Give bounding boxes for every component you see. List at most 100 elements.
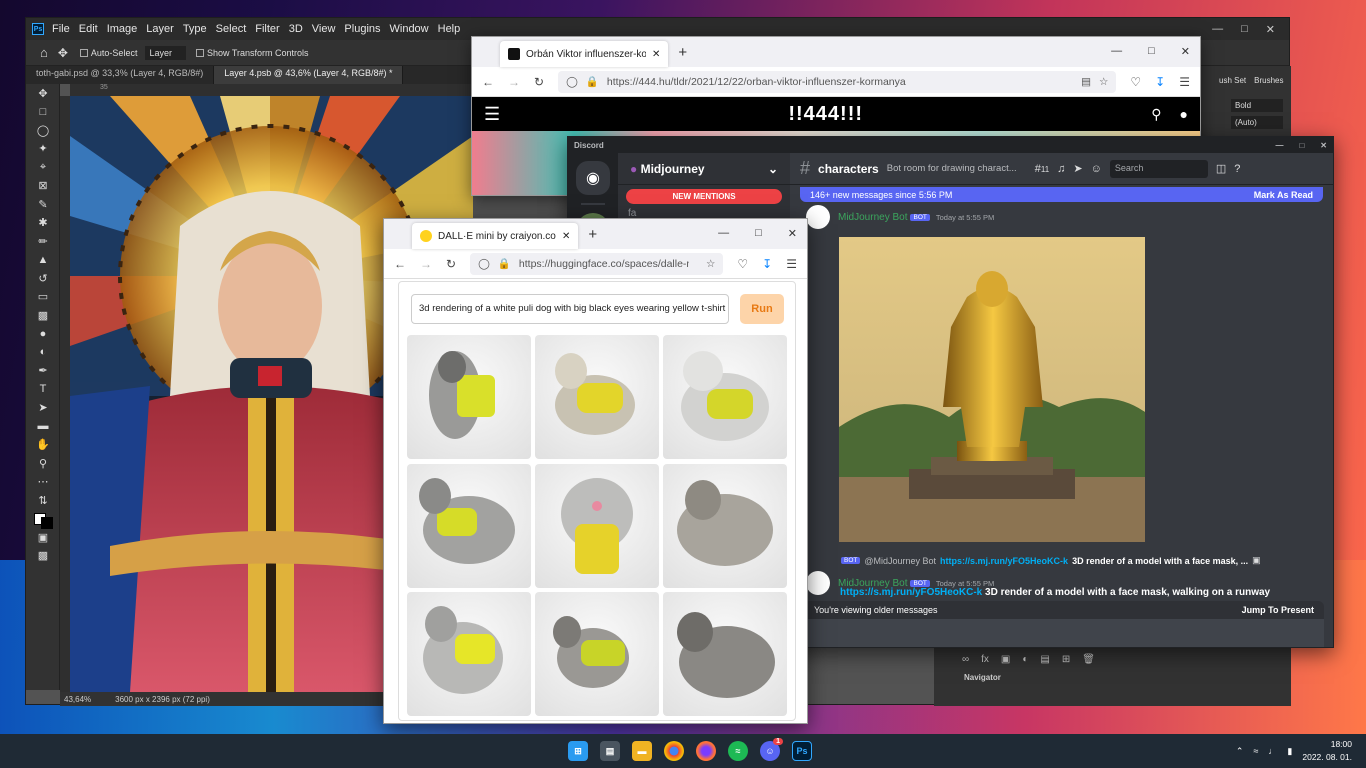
history-brush-icon[interactable]: ↺ xyxy=(26,269,60,288)
download-icon[interactable]: ↧ xyxy=(762,257,772,271)
bookmark-star-icon[interactable]: ☆ xyxy=(706,258,715,270)
stamp-icon[interactable]: ▲ xyxy=(26,251,60,270)
ffc-tab[interactable]: DALL·E mini by craiyon.com on ✕ xyxy=(412,223,579,249)
message-composer[interactable] xyxy=(804,619,1324,647)
minimize-icon[interactable]: — xyxy=(1275,141,1283,150)
forward-icon[interactable]: → xyxy=(508,75,520,89)
search-icon[interactable]: ⚲ xyxy=(1151,106,1161,123)
menu-filter[interactable]: Filter xyxy=(255,23,279,35)
firefox-icon[interactable] xyxy=(696,741,716,761)
jump-to-present-button[interactable]: Jump To Present xyxy=(1242,605,1314,615)
auto-select-checkbox[interactable] xyxy=(79,48,88,57)
discord-home-icon[interactable]: ◉ xyxy=(576,161,610,195)
menu-help[interactable]: Help xyxy=(438,23,461,35)
menu-type[interactable]: Type xyxy=(183,23,207,35)
type-icon[interactable]: T xyxy=(26,380,60,399)
reload-icon[interactable]: ↻ xyxy=(446,257,456,271)
menu-image[interactable]: Image xyxy=(107,23,138,35)
dodge-icon[interactable]: ◐ xyxy=(26,343,60,362)
new-layer-icon[interactable]: ⊞ xyxy=(1062,654,1070,665)
move-icon[interactable]: ✥ xyxy=(26,84,60,103)
forward-icon[interactable]: → xyxy=(420,257,432,271)
doc-tab-2[interactable]: Layer 4.psb @ 43,6% (Layer 4, RGB/8#) * xyxy=(214,66,404,84)
result-image[interactable] xyxy=(535,592,659,717)
brush-icon[interactable]: ✏ xyxy=(26,232,60,251)
transform-checkbox[interactable] xyxy=(195,48,204,57)
wifi-icon[interactable]: ≈ xyxy=(1253,746,1258,756)
maximize-icon[interactable]: □ xyxy=(1241,23,1248,36)
color-swatch[interactable] xyxy=(26,510,60,529)
tab-close-icon[interactable]: ✕ xyxy=(652,49,660,60)
chevron-up-icon[interactable]: ⌃ xyxy=(1236,746,1244,757)
menu-layer[interactable]: Layer xyxy=(146,23,174,35)
maximize-icon[interactable]: □ xyxy=(755,227,762,240)
reader-icon[interactable]: ▤ xyxy=(1081,76,1091,88)
download-icon[interactable]: ↧ xyxy=(1155,75,1165,89)
new-mentions-pill[interactable]: NEW MENTIONS xyxy=(626,189,782,204)
maximize-icon[interactable]: □ xyxy=(1299,141,1304,150)
avatar[interactable] xyxy=(806,205,830,229)
back-icon[interactable]: ← xyxy=(394,257,406,271)
bookmark-star-icon[interactable]: ☆ xyxy=(1099,76,1108,88)
hand-icon[interactable]: ✋ xyxy=(26,436,60,455)
navigator-tab[interactable]: Navigator xyxy=(964,673,1291,682)
shield-icon[interactable]: ◯ xyxy=(566,76,578,88)
screen-mode-icon[interactable]: ▩ xyxy=(26,547,60,566)
eraser-icon[interactable]: ▭ xyxy=(26,288,60,307)
doc-tab-1[interactable]: toth-gabi.psd @ 33,3% (Layer 4, RGB/8#) xyxy=(26,66,215,84)
swap-colors-icon[interactable]: ⇅ xyxy=(26,491,60,510)
battery-icon[interactable]: ▮ xyxy=(1287,746,1292,757)
result-image[interactable] xyxy=(663,335,787,459)
menu-plugins[interactable]: Plugins xyxy=(344,23,380,35)
result-image[interactable] xyxy=(535,335,659,459)
menu-icon[interactable]: ☰ xyxy=(1179,75,1190,89)
frame-icon[interactable]: ⊠ xyxy=(26,177,60,196)
back-icon[interactable]: ← xyxy=(482,75,494,89)
chrome-icon[interactable] xyxy=(664,741,684,761)
reply-preview[interactable]: BOT @MidJourney Bot https://s.mj.run/yFO… xyxy=(838,555,1261,566)
mute-bell-icon[interactable]: ♫ xyxy=(1057,163,1065,175)
site-logo[interactable]: !!444!!! xyxy=(788,103,863,126)
account-icon[interactable]: ● xyxy=(1180,106,1188,123)
pen-icon[interactable]: ✒ xyxy=(26,362,60,381)
result-image[interactable] xyxy=(407,335,531,459)
close-icon[interactable]: ✕ xyxy=(1181,45,1190,58)
url-bar[interactable]: ◯ 🔒 https://huggingface.co/spaces/dalle-… xyxy=(470,252,724,275)
new-tab-icon[interactable]: + xyxy=(588,226,597,243)
menu-file[interactable]: File xyxy=(52,23,70,35)
shield-icon[interactable]: ◯ xyxy=(478,258,490,270)
zoom-icon[interactable]: ⚲ xyxy=(26,454,60,473)
pocket-icon[interactable]: ♡ xyxy=(737,257,748,271)
url-bar[interactable]: ◯ 🔒 https://444.hu/tldr/2021/12/22/orban… xyxy=(558,70,1117,93)
file-explorer-icon[interactable]: ▬ xyxy=(632,741,652,761)
result-image[interactable] xyxy=(535,463,659,588)
home-icon[interactable]: ⌂ xyxy=(40,45,48,60)
result-image[interactable] xyxy=(407,463,531,588)
mark-read-button[interactable]: Mark As Read xyxy=(1254,190,1313,200)
pocket-icon[interactable]: ♡ xyxy=(1130,75,1141,89)
group-icon[interactable]: ▤ xyxy=(1040,654,1049,665)
volume-icon[interactable]: ♩ xyxy=(1268,746,1277,756)
ff444-tab[interactable]: Orbán Viktor influenszer-kormány ✕ xyxy=(500,41,669,67)
result-image[interactable] xyxy=(663,592,787,717)
members-icon[interactable]: ☺ xyxy=(1091,163,1102,175)
link-layers-icon[interactable]: ∞ xyxy=(962,654,969,665)
server-header[interactable]: ● Midjourney ⌄ xyxy=(618,153,790,185)
result-image[interactable] xyxy=(663,463,787,588)
new-messages-bar[interactable]: 146+ new messages since 5:56 PM Mark As … xyxy=(800,187,1323,202)
threads-icon[interactable]: #​11 xyxy=(1035,163,1049,175)
avatar[interactable] xyxy=(806,571,830,595)
start-icon[interactable]: ⊞ xyxy=(568,741,588,761)
menu-icon[interactable]: ☰ xyxy=(786,257,797,271)
menu-window[interactable]: Window xyxy=(390,23,429,35)
minimize-icon[interactable]: — xyxy=(1212,23,1223,36)
help-icon[interactable]: ? xyxy=(1234,163,1240,175)
adjustment-icon[interactable]: ◐ xyxy=(1022,654,1028,665)
chevron-down-icon[interactable]: ⌄ xyxy=(768,162,778,176)
blur-icon[interactable]: ● xyxy=(26,325,60,344)
run-button[interactable]: Run xyxy=(740,294,784,324)
minimize-icon[interactable]: — xyxy=(1111,45,1122,58)
clock[interactable]: 18:00 2022. 08. 01. xyxy=(1302,738,1352,764)
prompt-input[interactable]: 3d rendering of a white puli dog with bi… xyxy=(411,294,729,324)
photoshop-icon[interactable]: Ps xyxy=(792,741,812,761)
